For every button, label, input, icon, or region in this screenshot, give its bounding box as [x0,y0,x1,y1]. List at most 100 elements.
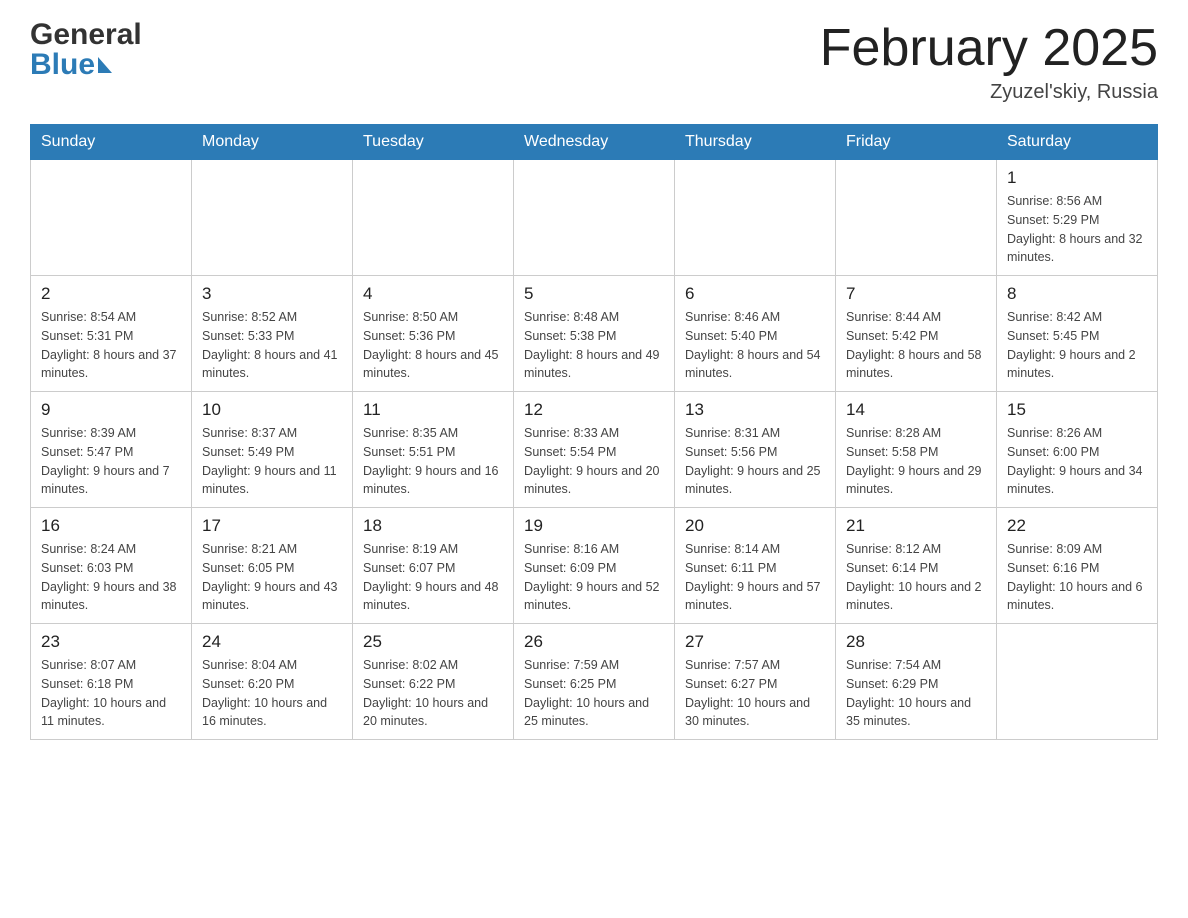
logo-general: General [30,20,142,50]
calendar-week-5: 23Sunrise: 8:07 AMSunset: 6:18 PMDayligh… [31,624,1158,740]
weekday-header-sunday: Sunday [31,125,192,160]
day-number: 9 [41,400,181,420]
weekday-header-wednesday: Wednesday [514,125,675,160]
day-info: Sunrise: 8:19 AMSunset: 6:07 PMDaylight:… [363,540,503,615]
day-number: 24 [202,632,342,652]
calendar-week-2: 2 Sunrise: 8:54 AMSunset: 5:31 PMDaylight… [31,276,1158,392]
day-number: 22 [1007,516,1147,536]
weekday-header-thursday: Thursday [675,125,836,160]
calendar-cell: 18 Sunrise: 8:19 AMSunset: 6:07 PMDayligh… [353,508,514,624]
day-number: 18 [363,516,503,536]
calendar-week-4: 16 Sunrise: 8:24 AMSunset: 6:03 PMDayligh… [31,508,1158,624]
day-info: Sunrise: 7:59 AMSunset: 6:25 PMDaylight:… [524,656,664,731]
day-number: 15 [1007,400,1147,420]
calendar-cell: 13 Sunrise: 8:31 AMSunset: 5:56 PMDayligh… [675,392,836,508]
calendar-week-3: 9 Sunrise: 8:39 AMSunset: 5:47 PMDaylight… [31,392,1158,508]
page-header: General Blue February 2025 Zyuzel'skiy, … [30,20,1158,104]
day-number: 28 [846,632,986,652]
logo-arrow-icon [98,57,112,73]
day-number: 6 [685,284,825,304]
day-number: 23 [41,632,181,652]
calendar-cell: 22 Sunrise: 8:09 AMSunset: 6:16 PMDayligh… [997,508,1158,624]
day-info: Sunrise: 8:52 AMSunset: 5:33 PMDaylight:… [202,308,342,383]
day-number: 25 [363,632,503,652]
day-info: Sunrise: 8:21 AMSunset: 6:05 PMDaylight:… [202,540,342,615]
day-info: Sunrise: 8:28 AMSunset: 5:58 PMDaylight:… [846,424,986,499]
calendar-cell [514,160,675,276]
calendar-body: 1 Sunrise: 8:56 AMSunset: 5:29 PMDaylight… [31,160,1158,740]
calendar-cell [353,160,514,276]
day-number: 2 [41,284,181,304]
calendar-cell: 9 Sunrise: 8:39 AMSunset: 5:47 PMDaylight… [31,392,192,508]
day-number: 10 [202,400,342,420]
day-info: Sunrise: 8:48 AMSunset: 5:38 PMDaylight:… [524,308,664,383]
day-number: 11 [363,400,503,420]
day-info: Sunrise: 8:39 AMSunset: 5:47 PMDaylight:… [41,424,181,499]
calendar-cell: 16 Sunrise: 8:24 AMSunset: 6:03 PMDayligh… [31,508,192,624]
day-info: Sunrise: 8:54 AMSunset: 5:31 PMDaylight:… [41,308,181,383]
calendar-table: SundayMondayTuesdayWednesdayThursdayFrid… [30,124,1158,740]
day-number: 13 [685,400,825,420]
day-info: Sunrise: 8:26 AMSunset: 6:00 PMDaylight:… [1007,424,1147,499]
day-info: Sunrise: 8:24 AMSunset: 6:03 PMDaylight:… [41,540,181,615]
calendar-cell: 27 Sunrise: 7:57 AMSunset: 6:27 PMDayligh… [675,624,836,740]
day-info: Sunrise: 8:04 AMSunset: 6:20 PMDaylight:… [202,656,342,731]
day-info: Sunrise: 8:44 AMSunset: 5:42 PMDaylight:… [846,308,986,383]
day-number: 26 [524,632,664,652]
calendar-cell: 28 Sunrise: 7:54 AMSunset: 6:29 PMDayligh… [836,624,997,740]
day-info: Sunrise: 8:02 AMSunset: 6:22 PMDaylight:… [363,656,503,731]
weekday-header-friday: Friday [836,125,997,160]
calendar-cell: 23Sunrise: 8:07 AMSunset: 6:18 PMDayligh… [31,624,192,740]
calendar-cell: 17Sunrise: 8:21 AMSunset: 6:05 PMDayligh… [192,508,353,624]
day-number: 19 [524,516,664,536]
calendar-cell: 24 Sunrise: 8:04 AMSunset: 6:20 PMDayligh… [192,624,353,740]
weekday-header-monday: Monday [192,125,353,160]
day-info: Sunrise: 8:35 AMSunset: 5:51 PMDaylight:… [363,424,503,499]
day-number: 1 [1007,168,1147,188]
calendar-cell: 19Sunrise: 8:16 AMSunset: 6:09 PMDayligh… [514,508,675,624]
calendar-cell [997,624,1158,740]
day-info: Sunrise: 8:31 AMSunset: 5:56 PMDaylight:… [685,424,825,499]
calendar-cell: 5 Sunrise: 8:48 AMSunset: 5:38 PMDaylight… [514,276,675,392]
day-number: 14 [846,400,986,420]
calendar-cell: 11 Sunrise: 8:35 AMSunset: 5:51 PMDayligh… [353,392,514,508]
calendar-cell: 6 Sunrise: 8:46 AMSunset: 5:40 PMDaylight… [675,276,836,392]
calendar-cell [836,160,997,276]
day-number: 27 [685,632,825,652]
weekday-header-tuesday: Tuesday [353,125,514,160]
month-title: February 2025 [820,20,1158,77]
day-info: Sunrise: 8:56 AMSunset: 5:29 PMDaylight:… [1007,192,1147,267]
calendar-cell: 4 Sunrise: 8:50 AMSunset: 5:36 PMDaylight… [353,276,514,392]
day-info: Sunrise: 8:12 AMSunset: 6:14 PMDaylight:… [846,540,986,615]
day-info: Sunrise: 8:33 AMSunset: 5:54 PMDaylight:… [524,424,664,499]
calendar-cell: 3 Sunrise: 8:52 AMSunset: 5:33 PMDaylight… [192,276,353,392]
calendar-cell: 21Sunrise: 8:12 AMSunset: 6:14 PMDayligh… [836,508,997,624]
day-info: Sunrise: 7:57 AMSunset: 6:27 PMDaylight:… [685,656,825,731]
day-info: Sunrise: 8:46 AMSunset: 5:40 PMDaylight:… [685,308,825,383]
calendar-cell: 14 Sunrise: 8:28 AMSunset: 5:58 PMDayligh… [836,392,997,508]
day-number: 20 [685,516,825,536]
day-number: 3 [202,284,342,304]
calendar-cell [31,160,192,276]
day-number: 4 [363,284,503,304]
day-number: 16 [41,516,181,536]
title-block: February 2025 Zyuzel'skiy, Russia [820,20,1158,104]
calendar-cell: 15 Sunrise: 8:26 AMSunset: 6:00 PMDayligh… [997,392,1158,508]
weekday-header-saturday: Saturday [997,125,1158,160]
calendar-cell: 8Sunrise: 8:42 AMSunset: 5:45 PMDaylight… [997,276,1158,392]
calendar-cell: 12Sunrise: 8:33 AMSunset: 5:54 PMDayligh… [514,392,675,508]
calendar-cell [675,160,836,276]
calendar-cell: 2 Sunrise: 8:54 AMSunset: 5:31 PMDaylight… [31,276,192,392]
day-info: Sunrise: 8:42 AMSunset: 5:45 PMDaylight:… [1007,308,1147,383]
day-number: 7 [846,284,986,304]
calendar-cell: 26 Sunrise: 7:59 AMSunset: 6:25 PMDayligh… [514,624,675,740]
day-info: Sunrise: 8:50 AMSunset: 5:36 PMDaylight:… [363,308,503,383]
weekday-header-row: SundayMondayTuesdayWednesdayThursdayFrid… [31,125,1158,160]
calendar-cell: 7 Sunrise: 8:44 AMSunset: 5:42 PMDaylight… [836,276,997,392]
logo: General Blue [30,20,142,80]
day-info: Sunrise: 8:37 AMSunset: 5:49 PMDaylight:… [202,424,342,499]
day-number: 5 [524,284,664,304]
day-info: Sunrise: 7:54 AMSunset: 6:29 PMDaylight:… [846,656,986,731]
calendar-week-1: 1 Sunrise: 8:56 AMSunset: 5:29 PMDaylight… [31,160,1158,276]
day-info: Sunrise: 8:09 AMSunset: 6:16 PMDaylight:… [1007,540,1147,615]
